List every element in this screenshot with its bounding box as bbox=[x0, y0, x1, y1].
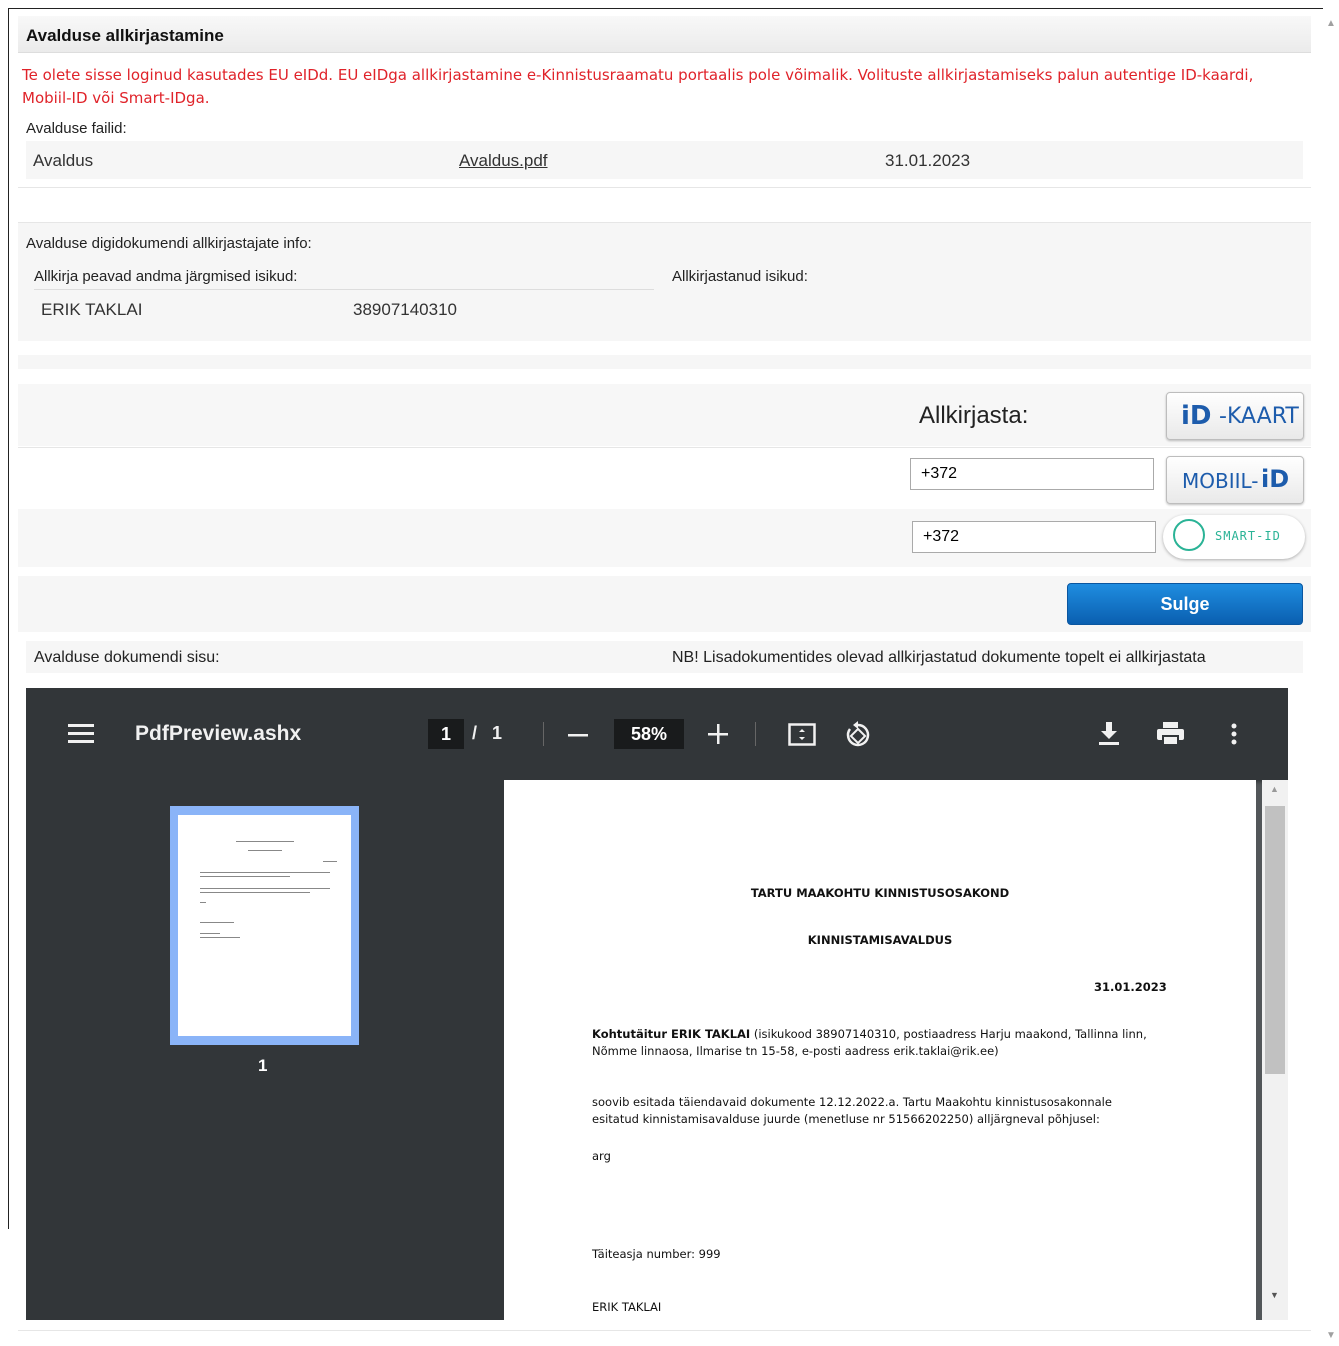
mobiil-id-button[interactable]: MOBIIL- iD bbox=[1166, 456, 1304, 504]
mobiil-id-logo-text: iD bbox=[1261, 465, 1290, 493]
id-card-button-label: -KAART bbox=[1219, 404, 1299, 429]
more-icon[interactable] bbox=[1229, 723, 1239, 747]
divider bbox=[18, 447, 1311, 448]
page-total: 1 bbox=[492, 723, 503, 743]
must-sign-label: Allkirja peavad andma järgmised isikud: bbox=[34, 268, 298, 285]
smart-id-button[interactable]: SMART-ID bbox=[1163, 515, 1305, 559]
pdf-bailiff-name: Kohtutäitur ERIK TAKLAI bbox=[592, 1027, 751, 1041]
smart-id-button-label: SMART-ID bbox=[1215, 529, 1281, 543]
pdf-para3: arg bbox=[592, 1149, 611, 1163]
dialog-title: Avalduse allkirjastamine bbox=[26, 26, 224, 45]
scroll-down-icon[interactable]: ▼ bbox=[1326, 1330, 1336, 1341]
menu-icon[interactable] bbox=[68, 724, 96, 744]
file-link[interactable]: Avaldus.pdf bbox=[459, 151, 548, 171]
toolbar-divider bbox=[755, 722, 756, 746]
divider bbox=[18, 1330, 1311, 1331]
toolbar-divider bbox=[543, 722, 544, 746]
pdf-filename: PdfPreview.ashx bbox=[135, 722, 302, 745]
signers-section-label: Avalduse digidokumendi allkirjastajate i… bbox=[26, 235, 312, 252]
sign-idcard-row bbox=[18, 384, 1311, 446]
doc-note: NB! Lisadokumentides olevad allkirjastat… bbox=[672, 649, 1206, 666]
page-separator: / bbox=[472, 723, 478, 743]
pdf-signer: ERIK TAKLAI bbox=[592, 1300, 662, 1314]
divider bbox=[18, 187, 1311, 188]
download-icon[interactable] bbox=[1098, 722, 1120, 746]
file-row: Avaldus Avaldus.pdf 31.01.2023 bbox=[26, 141, 1303, 179]
zoom-level[interactable]: 58% bbox=[614, 719, 684, 749]
id-card-logo-text: iD bbox=[1181, 401, 1212, 431]
files-label: Avalduse failid: bbox=[26, 120, 127, 137]
smart-id-phone-input[interactable] bbox=[912, 521, 1156, 553]
page-thumbnail[interactable] bbox=[170, 806, 359, 1045]
doc-content-label: Avalduse dokumendi sisu: bbox=[34, 649, 220, 666]
mobiil-id-button-label: MOBIIL- bbox=[1182, 469, 1259, 493]
print-icon[interactable] bbox=[1157, 722, 1185, 746]
pdf-heading-application: KINNISTAMISAVALDUS bbox=[807, 933, 953, 947]
page-scrollbar[interactable]: ▲ ▼ bbox=[1323, 8, 1339, 1346]
pdf-viewer: PdfPreview.ashx 1 / 1 58% 1 TARTU MAAKOH… bbox=[26, 688, 1288, 1320]
plus-icon[interactable] bbox=[708, 724, 730, 746]
id-card-button[interactable]: iD -KAART bbox=[1166, 392, 1304, 440]
pdf-para1-line2: Nõmme linnaosa, Ilmarise tn 15-58, e-pos… bbox=[592, 1044, 999, 1058]
sign-label: Allkirjasta: bbox=[919, 402, 1029, 429]
signer-code: 38907140310 bbox=[353, 300, 458, 319]
file-name: Avaldus bbox=[33, 151, 94, 170]
scroll-up-icon[interactable]: ▲ bbox=[1326, 18, 1336, 29]
close-button[interactable]: Sulge bbox=[1067, 583, 1303, 625]
doc-content-row: Avalduse dokumendi sisu: NB! Lisadokumen… bbox=[26, 641, 1303, 673]
file-date: 31.01.2023 bbox=[885, 151, 971, 170]
smart-id-logo-icon bbox=[1173, 519, 1205, 551]
dialog-title-bar: Avalduse allkirjastamine bbox=[18, 16, 1311, 53]
pdf-toolbar: PdfPreview.ashx 1 / 1 58% bbox=[26, 688, 1288, 780]
pdf-page: TARTU MAAKOHTU KINNISTUSOSAKOND KINNISTA… bbox=[504, 780, 1256, 1320]
divider bbox=[34, 289, 654, 290]
thumbnail-page-number: 1 bbox=[258, 1056, 268, 1075]
rotate-icon[interactable] bbox=[844, 720, 874, 750]
signed-label: Allkirjastanud isikud: bbox=[672, 268, 808, 285]
spacer-row bbox=[18, 355, 1311, 369]
pdf-paragraph-1: Kohtutäitur ERIK TAKLAI (isikukood 38907… bbox=[592, 1027, 1172, 1041]
mobiil-id-phone-input[interactable] bbox=[910, 458, 1154, 490]
fit-page-icon[interactable] bbox=[788, 723, 818, 747]
eid-warning-message: Te olete sisse loginud kasutades EU eIDd… bbox=[22, 66, 1254, 107]
minus-icon[interactable] bbox=[568, 725, 590, 745]
page-thumbnail-image bbox=[178, 815, 351, 1036]
pdf-date: 31.01.2023 bbox=[1094, 980, 1167, 994]
signer-name: ERIK TAKLAI bbox=[41, 300, 143, 319]
pdf-scroll-down-icon[interactable]: ▼ bbox=[1270, 1290, 1279, 1300]
pdf-execution-number: Täiteasja number: 999 bbox=[592, 1247, 721, 1261]
pdf-para2-line2: esitatud kinnistamisavalduse juurde (men… bbox=[592, 1112, 1100, 1126]
pdf-scrollbar-thumb[interactable] bbox=[1265, 806, 1285, 1074]
pdf-scroll-up-icon[interactable]: ▲ bbox=[1270, 784, 1279, 794]
pdf-heading-court: TARTU MAAKOHTU KINNISTUSOSAKOND bbox=[750, 886, 1010, 900]
pdf-para1-rest: (isikukood 38907140310, postiaadress Har… bbox=[750, 1027, 1147, 1041]
page-number-input[interactable]: 1 bbox=[428, 719, 464, 749]
pdf-para2-line1: soovib esitada täiendavaid dokumente 12.… bbox=[592, 1095, 1112, 1109]
